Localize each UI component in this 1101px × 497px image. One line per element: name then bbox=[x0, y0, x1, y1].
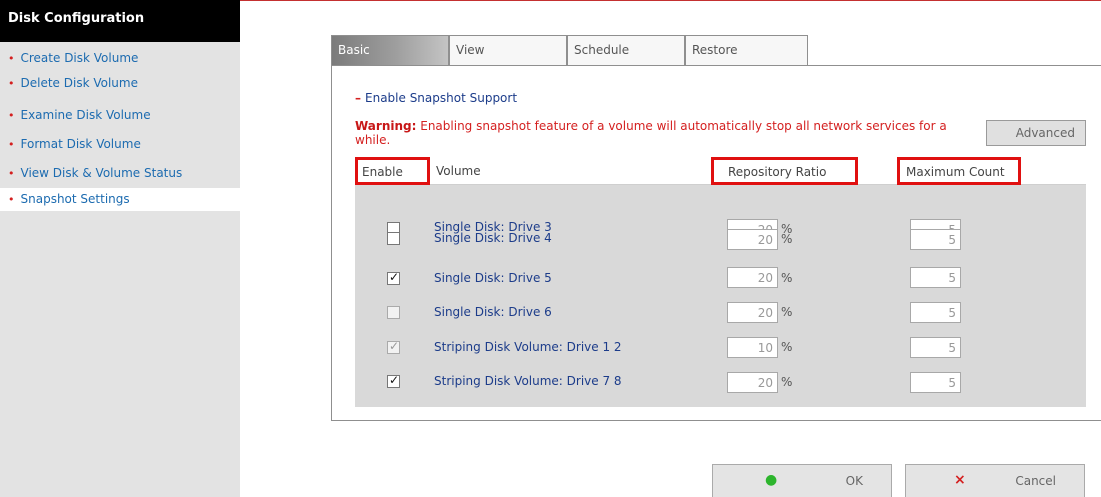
volume-link[interactable]: Striping Disk Volume: Drive 7 8 bbox=[434, 374, 622, 388]
ok-button-label: OK bbox=[845, 474, 863, 488]
bullet-icon: • bbox=[8, 52, 15, 65]
repository-ratio-input[interactable] bbox=[727, 337, 778, 358]
bullet-icon: • bbox=[8, 167, 15, 180]
sidebar-item-label: Snapshot Settings bbox=[20, 192, 130, 206]
bullet-icon: • bbox=[8, 138, 15, 151]
volume-link[interactable]: Single Disk: Drive 5 bbox=[434, 271, 552, 285]
collapse-icon: – bbox=[355, 91, 361, 105]
maximum-count-input[interactable] bbox=[910, 229, 961, 250]
bullet-icon: • bbox=[8, 109, 15, 122]
enable-checkbox[interactable] bbox=[387, 306, 400, 319]
sidebar-item-format-disk-volume[interactable]: • Format Disk Volume bbox=[0, 133, 240, 156]
volume-link[interactable]: Single Disk: Drive 6 bbox=[434, 305, 552, 319]
warning-label: Warning: bbox=[355, 119, 417, 133]
repository-ratio-input[interactable] bbox=[727, 267, 778, 288]
enable-checkbox[interactable] bbox=[387, 232, 400, 245]
maximum-count-input[interactable] bbox=[910, 337, 961, 358]
cancel-button-label: Cancel bbox=[1015, 474, 1056, 488]
column-header-volume: Volume bbox=[436, 164, 481, 178]
repository-ratio-input[interactable] bbox=[727, 229, 778, 250]
sidebar-item-snapshot-settings[interactable]: • Snapshot Settings bbox=[0, 188, 240, 211]
column-header-maximum-count: Maximum Count bbox=[897, 157, 1021, 185]
advanced-button[interactable]: Advanced bbox=[986, 120, 1086, 146]
cancel-icon: × bbox=[954, 472, 966, 488]
enable-snapshot-label: Enable Snapshot Support bbox=[365, 91, 518, 105]
maximum-count-input[interactable] bbox=[910, 372, 961, 393]
enable-checkbox[interactable] bbox=[387, 270, 400, 285]
sidebar-item-view-disk-volume-status[interactable]: • View Disk & Volume Status bbox=[0, 162, 240, 185]
warning-message: Warning: Enabling snapshot feature of a … bbox=[355, 119, 980, 147]
sidebar-item-delete-disk-volume[interactable]: • Delete Disk Volume bbox=[0, 72, 240, 95]
sidebar-item-label: View Disk & Volume Status bbox=[20, 166, 183, 180]
bullet-icon: • bbox=[8, 193, 15, 206]
maximum-count-input[interactable] bbox=[910, 267, 961, 288]
sidebar-item-label: Examine Disk Volume bbox=[20, 108, 151, 122]
sidebar-title: Disk Configuration bbox=[0, 0, 240, 42]
percent-unit: % bbox=[781, 305, 793, 319]
maximum-count-input[interactable] bbox=[910, 302, 961, 323]
percent-unit: % bbox=[781, 232, 793, 246]
warning-text: Enabling snapshot feature of a volume wi… bbox=[355, 119, 947, 147]
bullet-icon: • bbox=[8, 77, 15, 90]
enable-checkbox[interactable] bbox=[387, 339, 400, 354]
sidebar-item-label: Create Disk Volume bbox=[20, 51, 139, 65]
tab-basic[interactable]: Basic bbox=[331, 35, 449, 65]
ok-icon: ● bbox=[765, 472, 778, 488]
sidebar-item-examine-disk-volume[interactable]: • Examine Disk Volume bbox=[0, 104, 240, 127]
cancel-button[interactable]: × Cancel bbox=[905, 464, 1085, 497]
volume-link[interactable]: Single Disk: Drive 4 bbox=[434, 231, 552, 245]
percent-unit: % bbox=[781, 340, 793, 354]
percent-unit: % bbox=[781, 271, 793, 285]
sidebar-item-create-disk-volume[interactable]: • Create Disk Volume bbox=[0, 47, 240, 70]
repository-ratio-input[interactable] bbox=[727, 302, 778, 323]
sidebar-item-label: Delete Disk Volume bbox=[20, 76, 138, 90]
volume-link[interactable]: Striping Disk Volume: Drive 1 2 bbox=[434, 340, 622, 354]
column-header-enable: Enable bbox=[355, 157, 430, 185]
tab-schedule[interactable]: Schedule bbox=[567, 35, 685, 65]
repository-ratio-input[interactable] bbox=[727, 372, 778, 393]
column-header-repository-ratio: Repository Ratio bbox=[711, 157, 858, 185]
header-divider bbox=[240, 0, 1101, 1]
tab-restore[interactable]: Restore bbox=[685, 35, 808, 65]
enable-snapshot-toggle[interactable]: – Enable Snapshot Support bbox=[355, 91, 517, 105]
enable-checkbox[interactable] bbox=[387, 373, 400, 388]
sidebar-item-label: Format Disk Volume bbox=[20, 137, 141, 151]
ok-button[interactable]: ● OK bbox=[712, 464, 892, 497]
tab-view[interactable]: View bbox=[449, 35, 567, 65]
percent-unit: % bbox=[781, 375, 793, 389]
